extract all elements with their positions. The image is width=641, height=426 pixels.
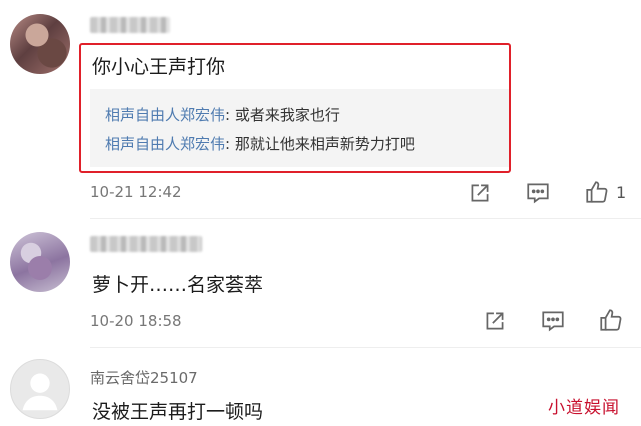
comment-time: 10-21 12:42 bbox=[90, 183, 182, 201]
watermark: 小道娱闻 bbox=[548, 398, 620, 418]
like-icon[interactable] bbox=[584, 179, 610, 205]
share-icon[interactable] bbox=[482, 308, 508, 334]
avatar[interactable] bbox=[10, 232, 70, 292]
username-blurred[interactable] bbox=[90, 17, 170, 33]
highlight-box bbox=[79, 43, 511, 173]
comment-3: 南云舍岱25107 没被王声再打一顿吗 bbox=[0, 347, 641, 426]
comment-text: 萝卜开……名家荟萃 bbox=[92, 274, 264, 296]
username-blurred[interactable] bbox=[90, 236, 202, 252]
comment-text: 没被王声再打一顿吗 bbox=[92, 401, 264, 423]
reply-icon[interactable] bbox=[525, 180, 551, 206]
default-avatar-icon[interactable] bbox=[10, 359, 70, 419]
share-icon[interactable] bbox=[467, 180, 493, 206]
reply-icon[interactable] bbox=[540, 308, 566, 334]
username[interactable]: 南云舍岱25107 bbox=[90, 367, 198, 388]
comment-1: 你小心王声打你 相声自由人郑宏伟: 或者来我家也行 相声自由人郑宏伟: 那就让他… bbox=[0, 0, 641, 220]
like-icon[interactable] bbox=[598, 307, 624, 333]
avatar[interactable] bbox=[10, 14, 70, 74]
like-count: 1 bbox=[616, 183, 627, 202]
comment-time: 10-20 18:58 bbox=[90, 312, 182, 330]
comment-2: 萝卜开……名家荟萃 10-20 18:58 bbox=[0, 218, 641, 348]
